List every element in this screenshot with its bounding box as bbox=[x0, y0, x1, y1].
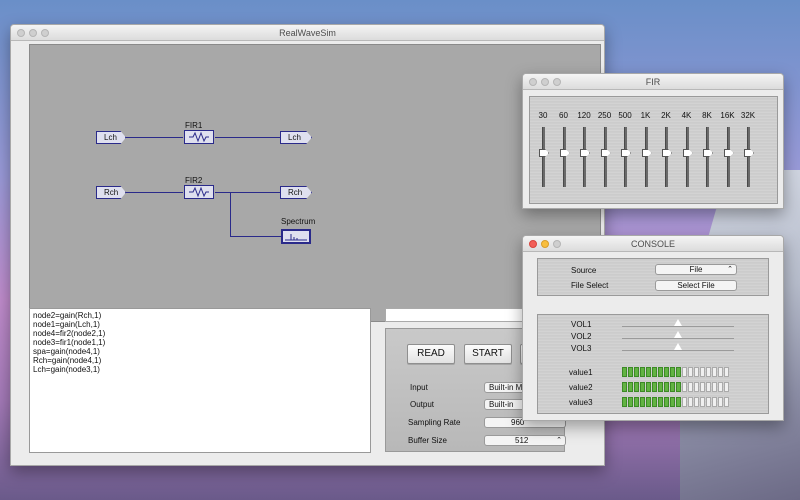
fir-band-slider[interactable] bbox=[644, 127, 648, 187]
meter-label: value3 bbox=[569, 398, 593, 407]
fir-band-knob[interactable] bbox=[662, 149, 672, 157]
source-select[interactable]: File ⌃ bbox=[655, 264, 737, 275]
window-title: RealWaveSim bbox=[279, 28, 336, 38]
fir2-block[interactable] bbox=[184, 185, 214, 199]
source-label: Source bbox=[571, 266, 597, 275]
chevron-updown-icon: ⌃ bbox=[727, 266, 733, 273]
fir-band-knob[interactable] bbox=[600, 149, 611, 157]
input-label: Input bbox=[410, 383, 428, 392]
buffer-size-select[interactable]: 512 ⌃ bbox=[484, 435, 566, 446]
fir-band-knob[interactable] bbox=[744, 149, 754, 157]
fir-band-slider[interactable] bbox=[665, 127, 668, 187]
source-section: Source File ⌃ File Select Select File bbox=[537, 258, 769, 296]
output-label: Output bbox=[410, 400, 435, 409]
fir-band-knob[interactable] bbox=[703, 149, 713, 157]
lch-input-node[interactable]: Lch bbox=[96, 131, 126, 144]
close-button[interactable] bbox=[529, 78, 537, 86]
code-line: spa=gain(node4,1) bbox=[33, 347, 100, 356]
resistor-icon bbox=[189, 186, 209, 198]
fir2-label: FIR2 bbox=[185, 176, 203, 185]
fir-equalizer: 30 60 120 250 500 1K 2K 4K 8K 16K 32K bbox=[529, 96, 778, 204]
fir-band-slider[interactable] bbox=[706, 127, 709, 187]
code-line: node1=gain(Lch,1) bbox=[33, 320, 100, 329]
fir-band-slider[interactable] bbox=[624, 127, 627, 187]
spectrum-block[interactable] bbox=[281, 229, 311, 244]
fir-band-knob[interactable] bbox=[682, 149, 693, 157]
main-window: RealWaveSim Lch FIR1 Lch Rch FIR2 Rch Sp… bbox=[10, 24, 605, 466]
fir-window: FIR 30 60 120 250 500 1K 2K 4K 8K 16K 32K bbox=[522, 73, 784, 209]
buffer-size-label: Buffer Size bbox=[408, 436, 447, 445]
window-title: CONSOLE bbox=[630, 239, 675, 249]
code-line: node2=gain(Rch,1) bbox=[33, 311, 102, 320]
fir-band-knob[interactable] bbox=[723, 149, 734, 157]
fir-band-knob[interactable] bbox=[539, 149, 549, 157]
minimize-button[interactable] bbox=[29, 29, 37, 37]
fir-band-knob[interactable] bbox=[641, 149, 652, 157]
code-line: Rch=gain(node4,1) bbox=[33, 356, 102, 365]
fir-band-slider[interactable] bbox=[603, 127, 607, 187]
fir-band-slider[interactable] bbox=[583, 127, 586, 187]
level-meter bbox=[622, 382, 729, 392]
main-titlebar[interactable]: RealWaveSim bbox=[11, 25, 604, 41]
volume-thumb[interactable] bbox=[674, 343, 682, 350]
script-editor[interactable]: node2=gain(Rch,1) node1=gain(Lch,1) node4=… bbox=[29, 308, 371, 453]
spectrum-icon bbox=[285, 234, 307, 241]
fir-band-slider[interactable] bbox=[562, 127, 566, 187]
zoom-button[interactable] bbox=[553, 240, 561, 248]
close-button[interactable] bbox=[17, 29, 25, 37]
code-line: Lch=gain(node3,1) bbox=[33, 365, 100, 374]
console-window: CONSOLE Source File ⌃ File Select Select … bbox=[522, 235, 784, 421]
sampling-rate-label: Sampling Rate bbox=[408, 418, 461, 427]
fir1-label: FIR1 bbox=[185, 121, 203, 130]
level-meter bbox=[622, 367, 729, 377]
fir-band-slider[interactable] bbox=[747, 127, 750, 187]
select-file-button[interactable]: Select File bbox=[655, 280, 737, 291]
fir-band-knob[interactable] bbox=[621, 149, 631, 157]
minimize-button[interactable] bbox=[541, 78, 549, 86]
spectrum-label: Spectrum bbox=[281, 217, 316, 226]
zoom-button[interactable] bbox=[41, 29, 49, 37]
start-button[interactable]: START bbox=[464, 344, 512, 364]
fir-band-slider[interactable] bbox=[542, 127, 545, 187]
rch-output-node[interactable]: Rch bbox=[280, 186, 312, 199]
chevron-updown-icon: ⌃ bbox=[556, 437, 562, 444]
lch-output-node[interactable]: Lch bbox=[280, 131, 312, 144]
fir-band-knob[interactable] bbox=[580, 149, 590, 157]
fir-band-slider[interactable] bbox=[685, 127, 689, 187]
volume-label: VOL1 bbox=[571, 320, 592, 329]
resistor-icon bbox=[189, 131, 209, 143]
level-meter bbox=[622, 397, 729, 407]
zoom-button[interactable] bbox=[553, 78, 561, 86]
fir-titlebar[interactable]: FIR bbox=[523, 74, 783, 90]
volume-label: VOL2 bbox=[571, 332, 592, 341]
window-title: FIR bbox=[645, 77, 661, 87]
volume-label: VOL3 bbox=[571, 344, 592, 353]
minimize-button[interactable] bbox=[541, 240, 549, 248]
rch-input-node[interactable]: Rch bbox=[96, 186, 126, 199]
console-titlebar[interactable]: CONSOLE bbox=[523, 236, 783, 252]
code-line: node3=fir1(node1,1) bbox=[33, 338, 106, 347]
signal-diagram-canvas[interactable]: Lch FIR1 Lch Rch FIR2 Rch Spectrum bbox=[29, 44, 601, 322]
levels-section: VOL1 VOL2 VOL3 value1 value2 value3 bbox=[537, 314, 769, 414]
volume-slider[interactable] bbox=[622, 350, 734, 358]
close-button[interactable] bbox=[529, 240, 537, 248]
meter-label: value2 bbox=[569, 383, 593, 392]
fir-band-label: 32K bbox=[740, 111, 756, 120]
volume-thumb[interactable] bbox=[674, 331, 682, 338]
fir1-block[interactable] bbox=[184, 130, 214, 144]
fir-band-knob[interactable] bbox=[559, 149, 570, 157]
read-button[interactable]: READ bbox=[407, 344, 455, 364]
meter-label: value1 bbox=[569, 368, 593, 377]
volume-thumb[interactable] bbox=[674, 319, 682, 326]
fir-band-slider[interactable] bbox=[726, 127, 730, 187]
file-select-label: File Select bbox=[571, 281, 609, 290]
code-line: node4=fir2(node2,1) bbox=[33, 329, 106, 338]
